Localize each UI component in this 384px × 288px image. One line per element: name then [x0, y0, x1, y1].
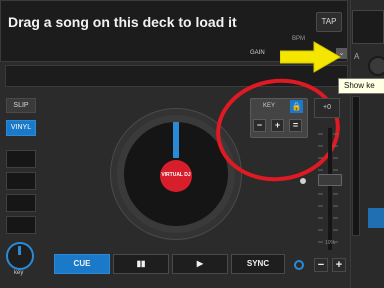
right-deck-display: [352, 10, 384, 44]
pad-button[interactable]: [6, 150, 36, 168]
sync-button[interactable]: SYNC: [231, 254, 285, 274]
cue-button[interactable]: CUE: [54, 254, 110, 274]
vinyl-button[interactable]: VINYL: [6, 120, 36, 136]
pitch-center-dot: [300, 178, 306, 184]
right-deck-knob[interactable]: [368, 56, 384, 76]
key-knob-label: key: [14, 270, 24, 276]
show-key-tooltip: Show ke: [338, 78, 384, 94]
pitch-slider-handle[interactable]: [318, 174, 342, 186]
pitch-minus-button[interactable]: −: [314, 258, 328, 272]
pitch-mode-icon[interactable]: [294, 260, 304, 270]
right-deck-blue-button[interactable]: [368, 208, 384, 228]
deck-load-prompt: Drag a song on this deck to load it: [8, 14, 237, 30]
slip-button[interactable]: SLIP: [6, 98, 36, 113]
pitch-reset-button[interactable]: +0: [314, 98, 340, 118]
pause-stop-button[interactable]: ▮▮: [113, 254, 169, 274]
pitch-range-label: 10%: [325, 240, 336, 246]
pad-button[interactable]: [6, 216, 36, 234]
yellow-arrow-annotation: [280, 41, 342, 73]
gain-label: GAIN: [250, 50, 265, 56]
pad-button[interactable]: [6, 194, 36, 212]
pitch-plus-button[interactable]: +: [332, 258, 346, 272]
key-knob-indicator: [18, 246, 21, 255]
tap-button[interactable]: TAP: [316, 12, 342, 32]
jog-position-marker: [173, 122, 179, 158]
right-deck-fader-track[interactable]: [352, 96, 360, 236]
pad-button[interactable]: [6, 172, 36, 190]
jog-logo-text: VIRTUAL DJ: [161, 172, 191, 178]
play-button[interactable]: ▶: [172, 254, 228, 274]
channel-letter: A: [354, 52, 360, 61]
pitch-slider-track[interactable]: [328, 128, 332, 250]
